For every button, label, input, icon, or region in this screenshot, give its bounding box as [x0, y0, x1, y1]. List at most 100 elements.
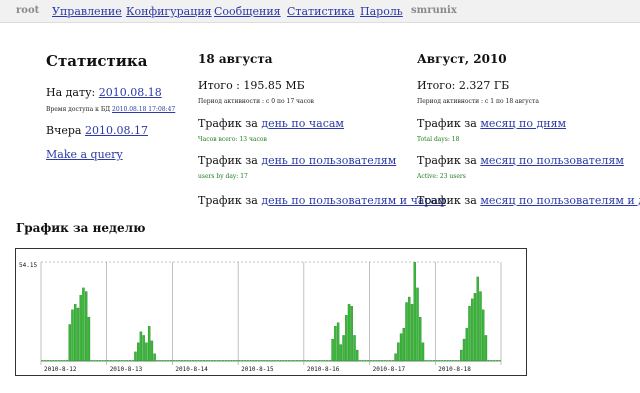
date-label: На дату: — [46, 86, 96, 99]
bar — [361, 360, 364, 361]
bar — [312, 360, 315, 361]
bar — [191, 360, 195, 361]
bar — [430, 360, 433, 361]
day-hours-row: Трафик за день по часам — [198, 117, 344, 130]
bar — [216, 360, 219, 361]
nav-link-messages-text[interactable]: Сообщения — [214, 5, 281, 18]
month-days-link[interactable]: месяц по дням — [480, 117, 566, 130]
bar — [167, 360, 170, 361]
bar — [356, 349, 359, 362]
bar — [421, 342, 425, 362]
nav-link-manage[interactable]: Управление — [52, 5, 122, 18]
bar — [449, 360, 452, 361]
bar — [202, 360, 205, 361]
bar — [454, 360, 457, 361]
db-access-link[interactable]: 2010.08.18 17:08:47 — [112, 106, 175, 113]
bar — [222, 360, 225, 361]
bar — [441, 360, 444, 361]
nav-link-statistics-text[interactable]: Статистика — [287, 5, 355, 18]
bar — [460, 349, 463, 362]
month-users-link[interactable]: месяц по пользователям — [480, 154, 624, 167]
bar — [131, 360, 134, 361]
date-link[interactable]: 2010.08.18 — [99, 86, 162, 99]
bar — [252, 360, 255, 361]
yesterday-link[interactable]: 2010.08.17 — [85, 124, 148, 137]
bar — [123, 360, 126, 361]
day-column: 18 августа Итого : 195.85 МБ Период акти… — [198, 52, 446, 212]
bar — [290, 360, 293, 361]
bar — [172, 360, 175, 361]
nav-link-password[interactable]: Пароль — [360, 5, 403, 18]
bar — [271, 360, 274, 361]
bar — [211, 360, 214, 361]
bar — [465, 327, 468, 362]
bar — [117, 360, 121, 361]
day-activity: Период активности : с 0 по 17 часов — [198, 98, 314, 105]
bar — [309, 360, 312, 361]
day-hours-link[interactable]: день по часам — [261, 117, 344, 130]
bar — [263, 360, 266, 361]
bar — [147, 326, 151, 362]
bar — [287, 360, 290, 361]
bar — [227, 360, 230, 361]
bar — [443, 360, 446, 361]
bar — [183, 360, 186, 361]
bar — [71, 309, 74, 362]
bar — [120, 360, 123, 361]
bar — [498, 360, 501, 361]
bar — [142, 335, 145, 362]
bar — [134, 351, 137, 362]
bar — [74, 304, 77, 362]
bar — [156, 360, 159, 361]
db-access-row: Время доступа к БД 2010.08.18 17:08:47 — [46, 106, 175, 113]
bar — [479, 291, 482, 362]
bar — [82, 287, 85, 362]
bar — [44, 360, 47, 361]
bar — [169, 360, 173, 361]
bar — [213, 360, 216, 361]
bar — [301, 360, 304, 361]
bar — [98, 360, 101, 361]
bar — [328, 360, 331, 361]
bar — [243, 360, 247, 361]
bar — [334, 326, 337, 362]
page-title: Статистика — [46, 52, 148, 70]
bar — [230, 360, 233, 361]
bar — [274, 360, 277, 361]
bar — [52, 360, 55, 361]
day-users-link[interactable]: день по пользователям — [261, 154, 396, 167]
bar — [298, 360, 301, 361]
bar — [46, 360, 49, 361]
bar — [347, 304, 351, 362]
bar — [424, 360, 427, 361]
nav-link-statistics[interactable]: Статистика — [287, 5, 355, 18]
week-chart-title: График за неделю — [16, 221, 146, 235]
bar — [471, 298, 474, 362]
make-query-link[interactable]: Make a query — [46, 148, 123, 161]
month-users-days-link[interactable]: месяц по пользователям и дням — [480, 194, 640, 207]
bar — [342, 335, 345, 362]
bar — [57, 360, 60, 361]
nav-link-config[interactable]: Конфигурация — [126, 5, 212, 18]
bar — [410, 304, 414, 362]
x-tick-label: 2010-8-18 — [438, 366, 471, 373]
bar — [241, 360, 244, 361]
bar — [145, 342, 148, 362]
x-tick-label: 2010-8-14 — [175, 366, 208, 373]
yesterday-label: Вчера — [46, 124, 82, 137]
bar — [435, 360, 438, 361]
bar — [219, 360, 222, 361]
nav-link-config-text[interactable]: Конфигурация — [126, 5, 212, 18]
bar — [306, 360, 310, 361]
bar — [336, 322, 340, 362]
nav-link-manage-text[interactable]: Управление — [52, 5, 122, 18]
bar — [446, 360, 449, 361]
bar — [164, 360, 167, 361]
bar — [254, 360, 258, 361]
nav-link-password-text[interactable]: Пароль — [360, 5, 403, 18]
nav-link-messages[interactable]: Сообщения — [214, 5, 281, 18]
bar — [481, 309, 485, 362]
bar — [380, 360, 383, 361]
bar — [257, 360, 260, 361]
day-title: 18 августа — [198, 52, 273, 66]
